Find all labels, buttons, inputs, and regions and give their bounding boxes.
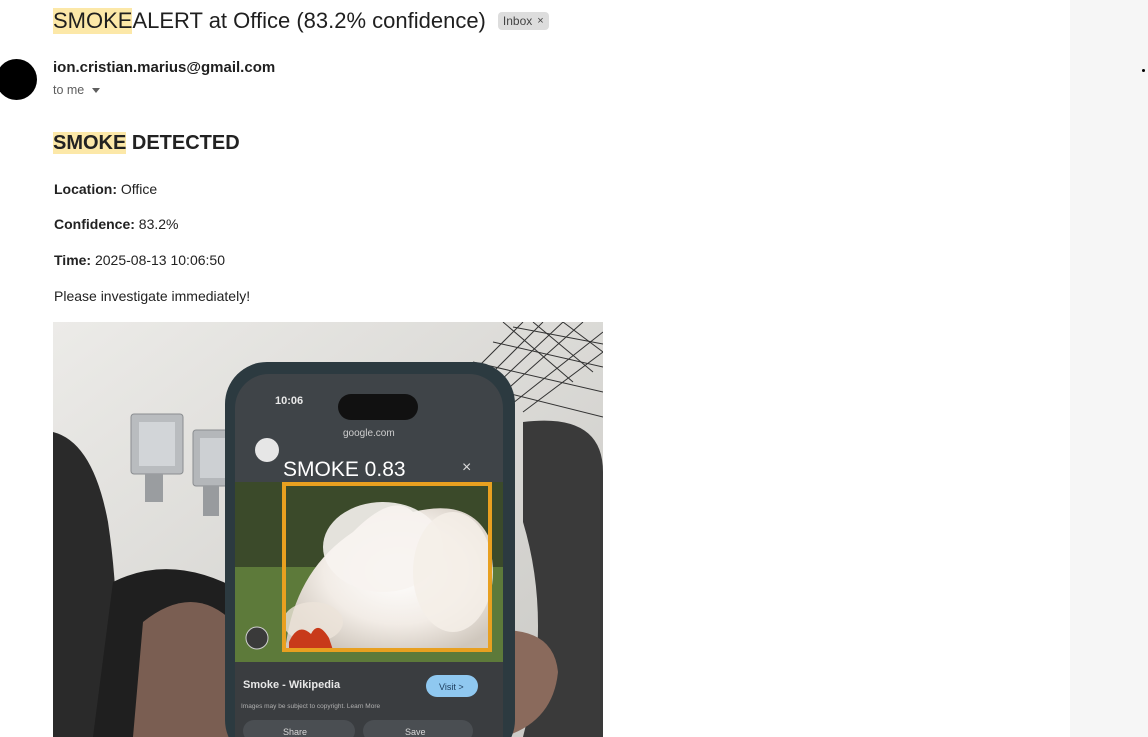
time-label: Time: <box>54 252 92 268</box>
confidence-label: Confidence: <box>54 216 135 232</box>
recipient-text: to me <box>53 83 85 97</box>
email-view: SMOKE ALERT at Office (83.2% confidence)… <box>0 0 1148 737</box>
wikipedia-favicon <box>255 438 279 462</box>
detection-label: SMOKE 0.83 <box>283 458 406 481</box>
visit-button-label: Visit > <box>439 682 464 692</box>
headline-text: DETECTED <box>126 132 240 154</box>
headline-highlight: SMOKE <box>53 132 127 154</box>
sender-email[interactable]: ion.cristian.marius@gmail.com <box>53 59 275 76</box>
alert-headline: SMOKE DETECTED <box>53 132 240 155</box>
page-title: Smoke - Wikipedia <box>243 679 341 691</box>
copyright-note: Images may be subject to copyright. Lear… <box>241 703 380 710</box>
phone-url: google.com <box>343 428 395 439</box>
sender-avatar[interactable] <box>0 59 37 100</box>
inbox-label-chip[interactable]: Inbox × <box>497 12 549 30</box>
subject-text: ALERT at Office (83.2% confidence) <box>132 8 486 33</box>
recipient-line[interactable]: to me <box>53 83 101 97</box>
remove-label-icon[interactable]: × <box>537 15 543 27</box>
location-label: Location: <box>54 181 117 197</box>
email-subject: SMOKE ALERT at Office (83.2% confidence)… <box>53 5 549 37</box>
phone-time: 10:06 <box>275 395 303 407</box>
close-icon: × <box>462 459 471 476</box>
save-button-label: Save <box>405 727 426 737</box>
confidence-line: Confidence: 83.2% <box>54 216 178 232</box>
investigate-note: Please investigate immediately! <box>54 288 251 304</box>
location-value: Office <box>117 181 158 197</box>
chevron-down-icon[interactable] <box>92 87 101 93</box>
side-panel-dot <box>1142 69 1145 72</box>
share-button-label: Share <box>283 727 307 737</box>
camera-snapshot-image[interactable]: 10:06 google.com × SMOKE 0.83 Smoke - Wi… <box>53 322 603 737</box>
wikipedia-badge-icon <box>245 626 269 650</box>
snapshot-svg: 10:06 google.com × SMOKE 0.83 Smoke - Wi… <box>53 322 603 737</box>
confidence-value: 83.2% <box>134 216 179 232</box>
side-panel <box>1070 0 1148 737</box>
inbox-label-text: Inbox <box>502 14 533 28</box>
subject-highlight: SMOKE <box>53 8 133 34</box>
time-line: Time: 2025-08-13 10:06:50 <box>54 252 225 268</box>
phone-notch <box>338 394 418 420</box>
location-line: Location: Office <box>54 181 157 197</box>
time-value: 2025-08-13 10:06:50 <box>91 252 225 268</box>
